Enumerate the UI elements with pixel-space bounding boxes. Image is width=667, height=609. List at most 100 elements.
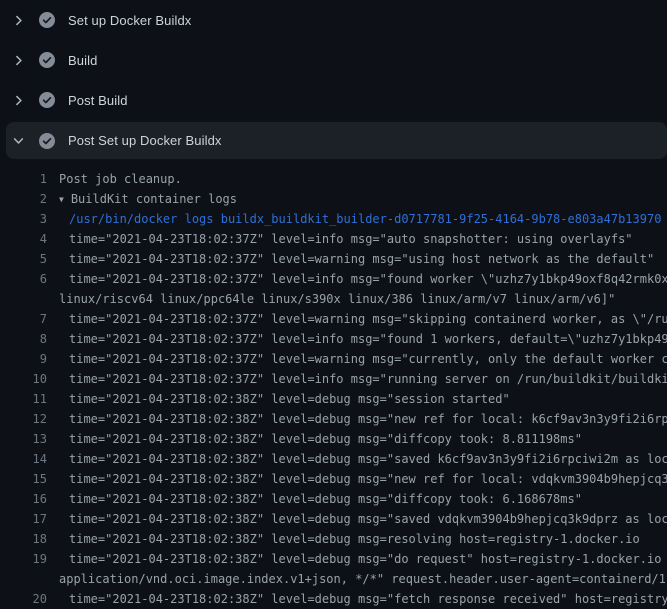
log-row: 7 time="2021-04-23T18:02:37Z" level=warn…: [0, 309, 667, 329]
line-number[interactable]: 2: [0, 189, 47, 209]
log-text-content: time="2021-04-23T18:02:38Z" level=debug …: [69, 552, 667, 566]
step-row[interactable]: Set up Docker Buildx: [0, 0, 667, 40]
log-text: time="2021-04-23T18:02:37Z" level=warnin…: [69, 349, 667, 369]
log-text-content: time="2021-04-23T18:02:38Z" level=debug …: [69, 392, 510, 406]
log-text: ▼BuildKit container logs: [59, 189, 237, 209]
line-number[interactable]: 12: [0, 409, 47, 429]
log-text: time="2021-04-23T18:02:37Z" level=warnin…: [69, 249, 654, 269]
chevron-right-icon: [12, 54, 25, 67]
line-number[interactable]: 9: [0, 349, 47, 369]
log-text-content: time="2021-04-23T18:02:37Z" level=warnin…: [69, 312, 667, 326]
line-number[interactable]: 5: [0, 249, 47, 269]
step-label: Build: [68, 53, 97, 68]
log-text-content: time="2021-04-23T18:02:37Z" level=info m…: [69, 372, 667, 386]
log-row: 10 time="2021-04-23T18:02:37Z" level=inf…: [0, 369, 667, 389]
log-text: time="2021-04-23T18:02:37Z" level=info m…: [69, 329, 667, 349]
log-text-content: time="2021-04-23T18:02:38Z" level=debug …: [69, 532, 640, 546]
check-circle-icon: [39, 12, 55, 28]
chevron-right-icon: [12, 14, 25, 27]
log-text-content: time="2021-04-23T18:02:38Z" level=debug …: [69, 492, 582, 506]
log-text: time="2021-04-23T18:02:38Z" level=debug …: [69, 589, 667, 609]
log-text-content: time="2021-04-23T18:02:38Z" level=debug …: [69, 412, 667, 426]
log-row: 6 time="2021-04-23T18:02:37Z" level=info…: [0, 269, 667, 289]
line-number[interactable]: 10: [0, 369, 47, 389]
line-number[interactable]: 4: [0, 229, 47, 249]
log-row: 12 time="2021-04-23T18:02:38Z" level=deb…: [0, 409, 667, 429]
log-text-content: application/vnd.oci.image.index.v1+json,…: [59, 572, 667, 586]
log-row: 17 time="2021-04-23T18:02:38Z" level=deb…: [0, 509, 667, 529]
line-number[interactable]: 7: [0, 309, 47, 329]
log-text-content: /usr/bin/docker logs buildx_buildkit_bui…: [69, 212, 661, 226]
log-text-content: time="2021-04-23T18:02:37Z" level=info m…: [69, 332, 667, 346]
line-number[interactable]: 1: [0, 169, 47, 189]
line-number[interactable]: [0, 569, 47, 589]
log-text-content: linux/riscv64 linux/ppc64le linux/s390x …: [59, 292, 615, 306]
log-row: 20 time="2021-04-23T18:02:38Z" level=deb…: [0, 589, 667, 609]
check-circle-icon: [39, 133, 55, 149]
log-text: time="2021-04-23T18:02:38Z" level=debug …: [69, 509, 667, 529]
log-text: time="2021-04-23T18:02:38Z" level=debug …: [69, 389, 510, 409]
chevron-down-icon: [12, 134, 25, 147]
log-text: Post job cleanup.: [59, 169, 182, 189]
step-row[interactable]: Build: [0, 40, 667, 80]
log-text: time="2021-04-23T18:02:38Z" level=debug …: [69, 429, 582, 449]
log-row: 5 time="2021-04-23T18:02:37Z" level=warn…: [0, 249, 667, 269]
line-number[interactable]: 20: [0, 589, 47, 609]
log-text: application/vnd.oci.image.index.v1+json,…: [59, 569, 667, 589]
log-text: /usr/bin/docker logs buildx_buildkit_bui…: [69, 209, 661, 229]
log-row: 14 time="2021-04-23T18:02:38Z" level=deb…: [0, 449, 667, 469]
log-text: time="2021-04-23T18:02:38Z" level=debug …: [69, 449, 667, 469]
log-text-content: time="2021-04-23T18:02:37Z" level=warnin…: [69, 252, 654, 266]
log-text-content: Post job cleanup.: [59, 172, 182, 186]
check-circle-icon: [39, 52, 55, 68]
step-label: Post Build: [68, 93, 128, 108]
log-text: time="2021-04-23T18:02:38Z" level=debug …: [69, 409, 667, 429]
line-number[interactable]: 16: [0, 489, 47, 509]
line-number[interactable]: 3: [0, 209, 47, 229]
log-text-content: time="2021-04-23T18:02:37Z" level=info m…: [69, 272, 667, 286]
log-text-content: time="2021-04-23T18:02:37Z" level=info m…: [69, 232, 633, 246]
log-text: time="2021-04-23T18:02:38Z" level=debug …: [69, 489, 582, 509]
step-label: Set up Docker Buildx: [68, 13, 191, 28]
steps-list: Set up Docker Buildx Build Post Build Po…: [0, 0, 667, 159]
log-row[interactable]: 2 ▼BuildKit container logs: [0, 189, 667, 209]
log-row: application/vnd.oci.image.index.v1+json,…: [0, 569, 667, 589]
log-text-content: time="2021-04-23T18:02:38Z" level=debug …: [69, 452, 667, 466]
log-row: 19 time="2021-04-23T18:02:38Z" level=deb…: [0, 549, 667, 569]
log-text: time="2021-04-23T18:02:38Z" level=debug …: [69, 529, 640, 549]
log-text: time="2021-04-23T18:02:37Z" level=info m…: [69, 369, 667, 389]
log-row: 3 /usr/bin/docker logs buildx_buildkit_b…: [0, 209, 667, 229]
log-text-content: time="2021-04-23T18:02:38Z" level=debug …: [69, 512, 667, 526]
line-number[interactable]: 11: [0, 389, 47, 409]
chevron-right-icon: [12, 94, 25, 107]
line-number[interactable]: [0, 289, 47, 309]
log-row: 8 time="2021-04-23T18:02:37Z" level=info…: [0, 329, 667, 349]
log-text-content: time="2021-04-23T18:02:38Z" level=debug …: [69, 432, 582, 446]
log-row: 16 time="2021-04-23T18:02:38Z" level=deb…: [0, 489, 667, 509]
log-text-content: BuildKit container logs: [71, 192, 237, 206]
log-text: time="2021-04-23T18:02:37Z" level=info m…: [69, 269, 667, 289]
log-text: time="2021-04-23T18:02:38Z" level=debug …: [69, 549, 667, 569]
log-text: linux/riscv64 linux/ppc64le linux/s390x …: [59, 289, 615, 309]
line-number[interactable]: 8: [0, 329, 47, 349]
line-number[interactable]: 13: [0, 429, 47, 449]
line-number[interactable]: 6: [0, 269, 47, 289]
log-row: 13 time="2021-04-23T18:02:38Z" level=deb…: [0, 429, 667, 449]
log-text-content: time="2021-04-23T18:02:37Z" level=warnin…: [69, 352, 667, 366]
log-text: time="2021-04-23T18:02:38Z" level=debug …: [69, 469, 667, 489]
line-number[interactable]: 18: [0, 529, 47, 549]
line-number[interactable]: 19: [0, 549, 47, 569]
log-text-content: time="2021-04-23T18:02:38Z" level=debug …: [69, 472, 667, 486]
step-row[interactable]: Post Build: [0, 80, 667, 120]
line-number[interactable]: 15: [0, 469, 47, 489]
step-row[interactable]: Post Set up Docker Buildx: [6, 122, 667, 159]
log-row: 18 time="2021-04-23T18:02:38Z" level=deb…: [0, 529, 667, 549]
log-text-content: time="2021-04-23T18:02:38Z" level=debug …: [69, 592, 667, 606]
log-row: 9 time="2021-04-23T18:02:37Z" level=warn…: [0, 349, 667, 369]
step-label: Post Set up Docker Buildx: [68, 133, 222, 148]
check-circle-icon: [39, 92, 55, 108]
log-text: time="2021-04-23T18:02:37Z" level=warnin…: [69, 309, 667, 329]
line-number[interactable]: 17: [0, 509, 47, 529]
line-number[interactable]: 14: [0, 449, 47, 469]
log-row: 1 Post job cleanup.: [0, 169, 667, 189]
